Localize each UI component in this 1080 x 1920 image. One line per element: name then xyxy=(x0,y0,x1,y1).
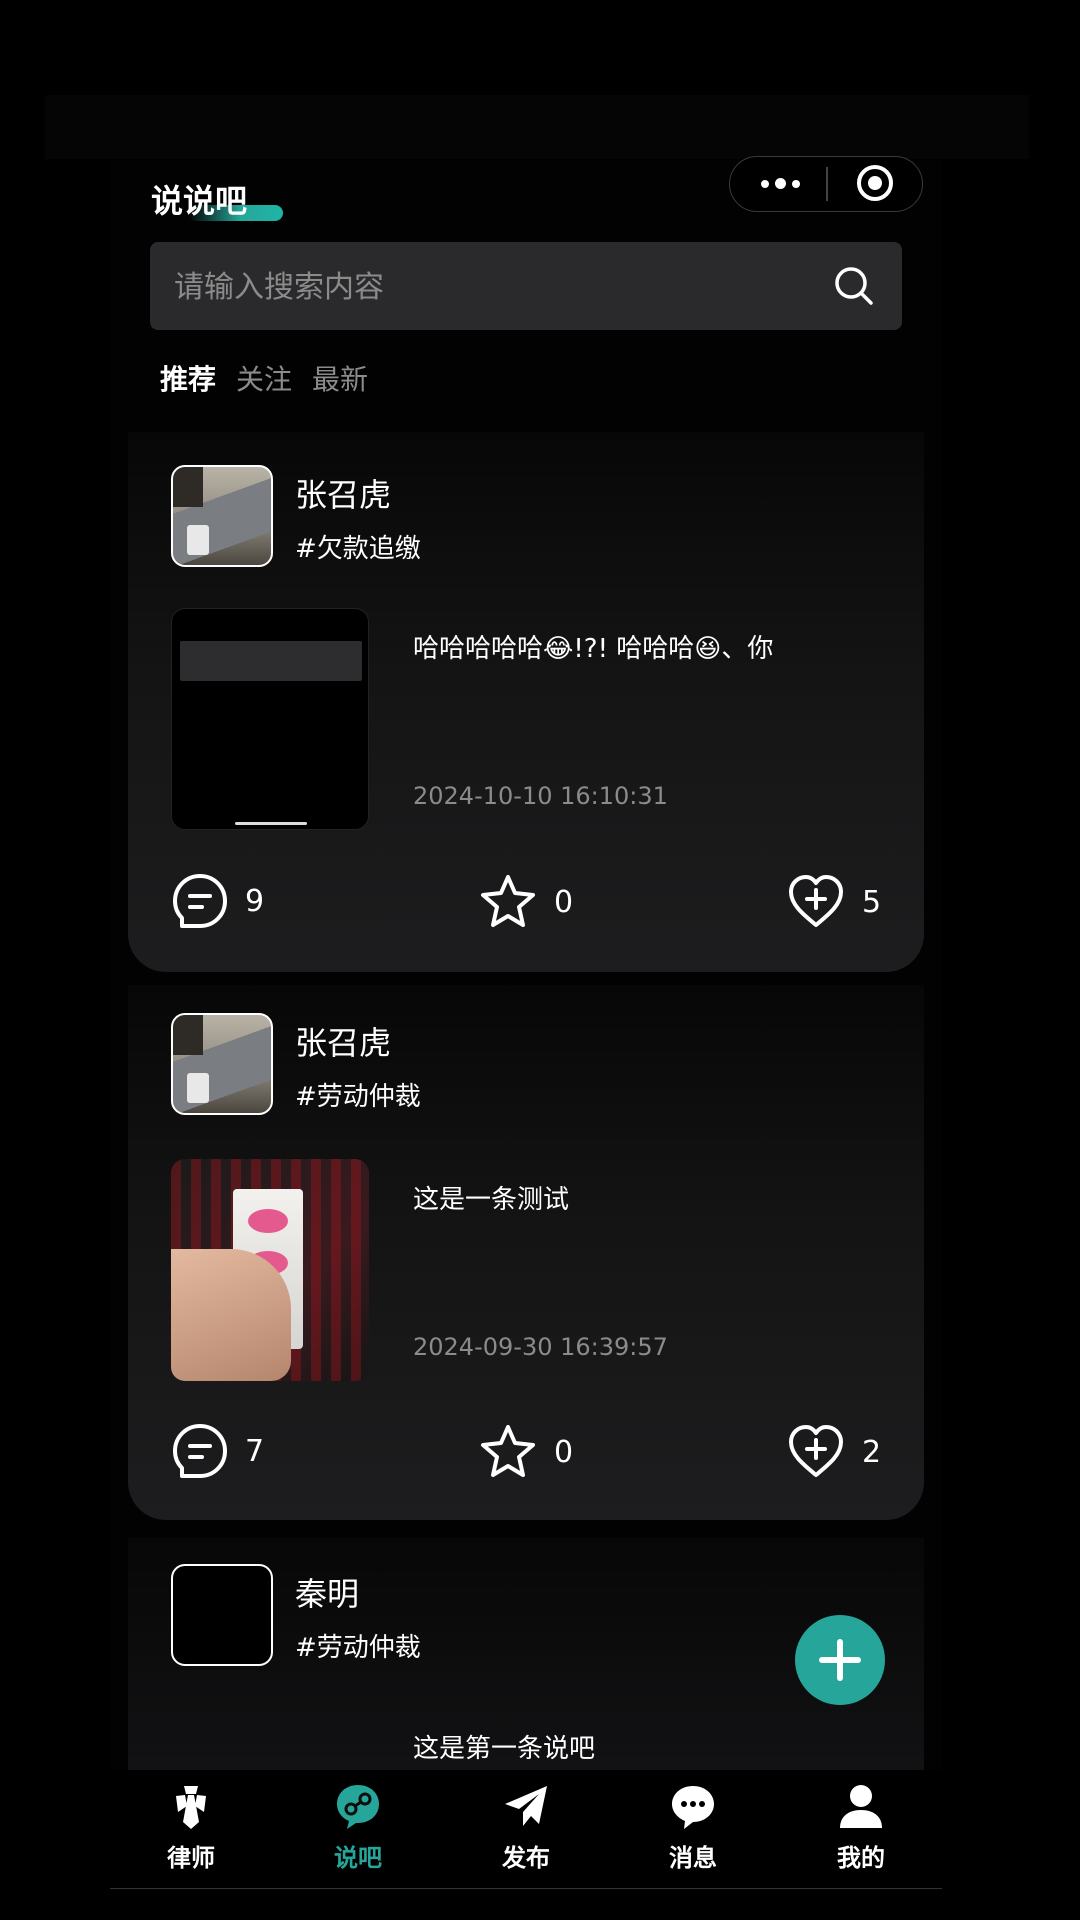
tabbar-label: 发布 xyxy=(502,1844,550,1872)
lawyer-icon xyxy=(176,1786,206,1829)
comment-button[interactable]: 7 xyxy=(171,1422,264,1480)
post-author[interactable]: 张召虎 xyxy=(295,470,391,516)
post-text: 这是第一条说吧 xyxy=(413,1734,596,1764)
status-band xyxy=(45,95,1029,159)
comment-count: 9 xyxy=(245,883,265,919)
miniprogram-capsule xyxy=(729,156,923,212)
bottom-tab-bar: 律师 说吧 发布 消息 我的 xyxy=(110,1770,942,1889)
avatar[interactable] xyxy=(171,1013,273,1115)
more-dot-icon xyxy=(774,178,786,189)
heart-plus-icon xyxy=(789,1425,843,1477)
post-text: 哈哈哈哈哈😂!?! 哈哈哈😆、你 xyxy=(413,634,774,664)
post-image[interactable] xyxy=(171,608,369,830)
tabbar-label: 消息 xyxy=(669,1844,717,1872)
post-time: 2024-10-10 16:10:31 xyxy=(413,782,668,810)
like-button[interactable]: 5 xyxy=(786,872,881,932)
post-author[interactable]: 秦明 xyxy=(295,1569,359,1615)
favorite-count: 0 xyxy=(554,1434,574,1470)
post-card[interactable]: 张召虎 #欠款追缴 哈哈哈哈哈😂!?! 哈哈哈😆、你 2024-10-10 16… xyxy=(128,432,924,972)
tabbar-label: 律师 xyxy=(167,1844,215,1872)
capsule-divider xyxy=(826,167,828,201)
avatar[interactable] xyxy=(171,1564,273,1666)
tabbar-item-talk[interactable]: 说吧 xyxy=(298,1770,418,1888)
post-time: 2024-09-30 16:39:57 xyxy=(413,1333,668,1361)
comment-icon xyxy=(173,874,227,928)
avatar[interactable] xyxy=(171,465,273,567)
search-bar xyxy=(150,242,902,332)
talk-icon xyxy=(337,1785,379,1829)
tabbar-item-message[interactable]: 消息 xyxy=(633,1770,753,1888)
tabbar-item-profile[interactable]: 我的 xyxy=(801,1770,921,1888)
favorite-button[interactable]: 0 xyxy=(478,1422,573,1482)
search-input[interactable] xyxy=(172,242,796,332)
publish-icon xyxy=(505,1786,547,1826)
like-button[interactable]: 2 xyxy=(786,1422,881,1482)
post-text: 这是一条测试 xyxy=(413,1185,570,1215)
like-count: 5 xyxy=(862,884,882,920)
tabbar-label: 我的 xyxy=(837,1844,885,1872)
app-screen: 说说吧 推荐 关注 最新 张召虎 #欠款追缴 xyxy=(0,0,1080,1920)
tab-follow[interactable]: 关注 xyxy=(236,358,292,398)
tab-recommend[interactable]: 推荐 xyxy=(160,358,216,398)
post-topic[interactable]: #劳动仲裁 xyxy=(295,1076,421,1113)
post-author[interactable]: 张召虎 xyxy=(295,1018,391,1064)
message-icon xyxy=(672,1786,714,1829)
post-topic[interactable]: #劳动仲裁 xyxy=(295,1627,421,1664)
post-card[interactable]: 张召虎 #劳动仲裁 这是一条测试 2024-09-30 16:39:57 7 0 xyxy=(128,985,924,1520)
plus-icon xyxy=(819,1639,861,1681)
comment-count: 7 xyxy=(245,1433,265,1469)
comment-icon xyxy=(173,1424,227,1478)
more-dot-icon xyxy=(791,179,800,188)
feed-tabs: 推荐 关注 最新 xyxy=(160,358,368,398)
close-target-icon[interactable] xyxy=(856,164,894,202)
more-menu-button[interactable] xyxy=(752,157,808,210)
post-image[interactable] xyxy=(171,1159,369,1381)
post-topic[interactable]: #欠款追缴 xyxy=(295,528,421,565)
more-dot-icon xyxy=(760,179,769,188)
heart-plus-icon xyxy=(789,875,843,927)
tabbar-label: 说吧 xyxy=(334,1844,382,1872)
tabbar-item-publish[interactable]: 发布 xyxy=(466,1770,586,1888)
like-count: 2 xyxy=(862,1434,882,1470)
search-icon[interactable] xyxy=(830,262,878,310)
tabbar-item-lawyer[interactable]: 律师 xyxy=(131,1770,251,1888)
star-icon xyxy=(481,1425,535,1477)
tab-latest[interactable]: 最新 xyxy=(312,358,368,398)
profile-icon xyxy=(840,1785,882,1828)
favorite-count: 0 xyxy=(554,884,574,920)
page-title: 说说吧 xyxy=(151,182,248,220)
add-post-button[interactable] xyxy=(795,1615,885,1705)
favorite-button[interactable]: 0 xyxy=(478,872,573,932)
star-icon xyxy=(481,875,535,927)
comment-button[interactable]: 9 xyxy=(171,872,264,930)
